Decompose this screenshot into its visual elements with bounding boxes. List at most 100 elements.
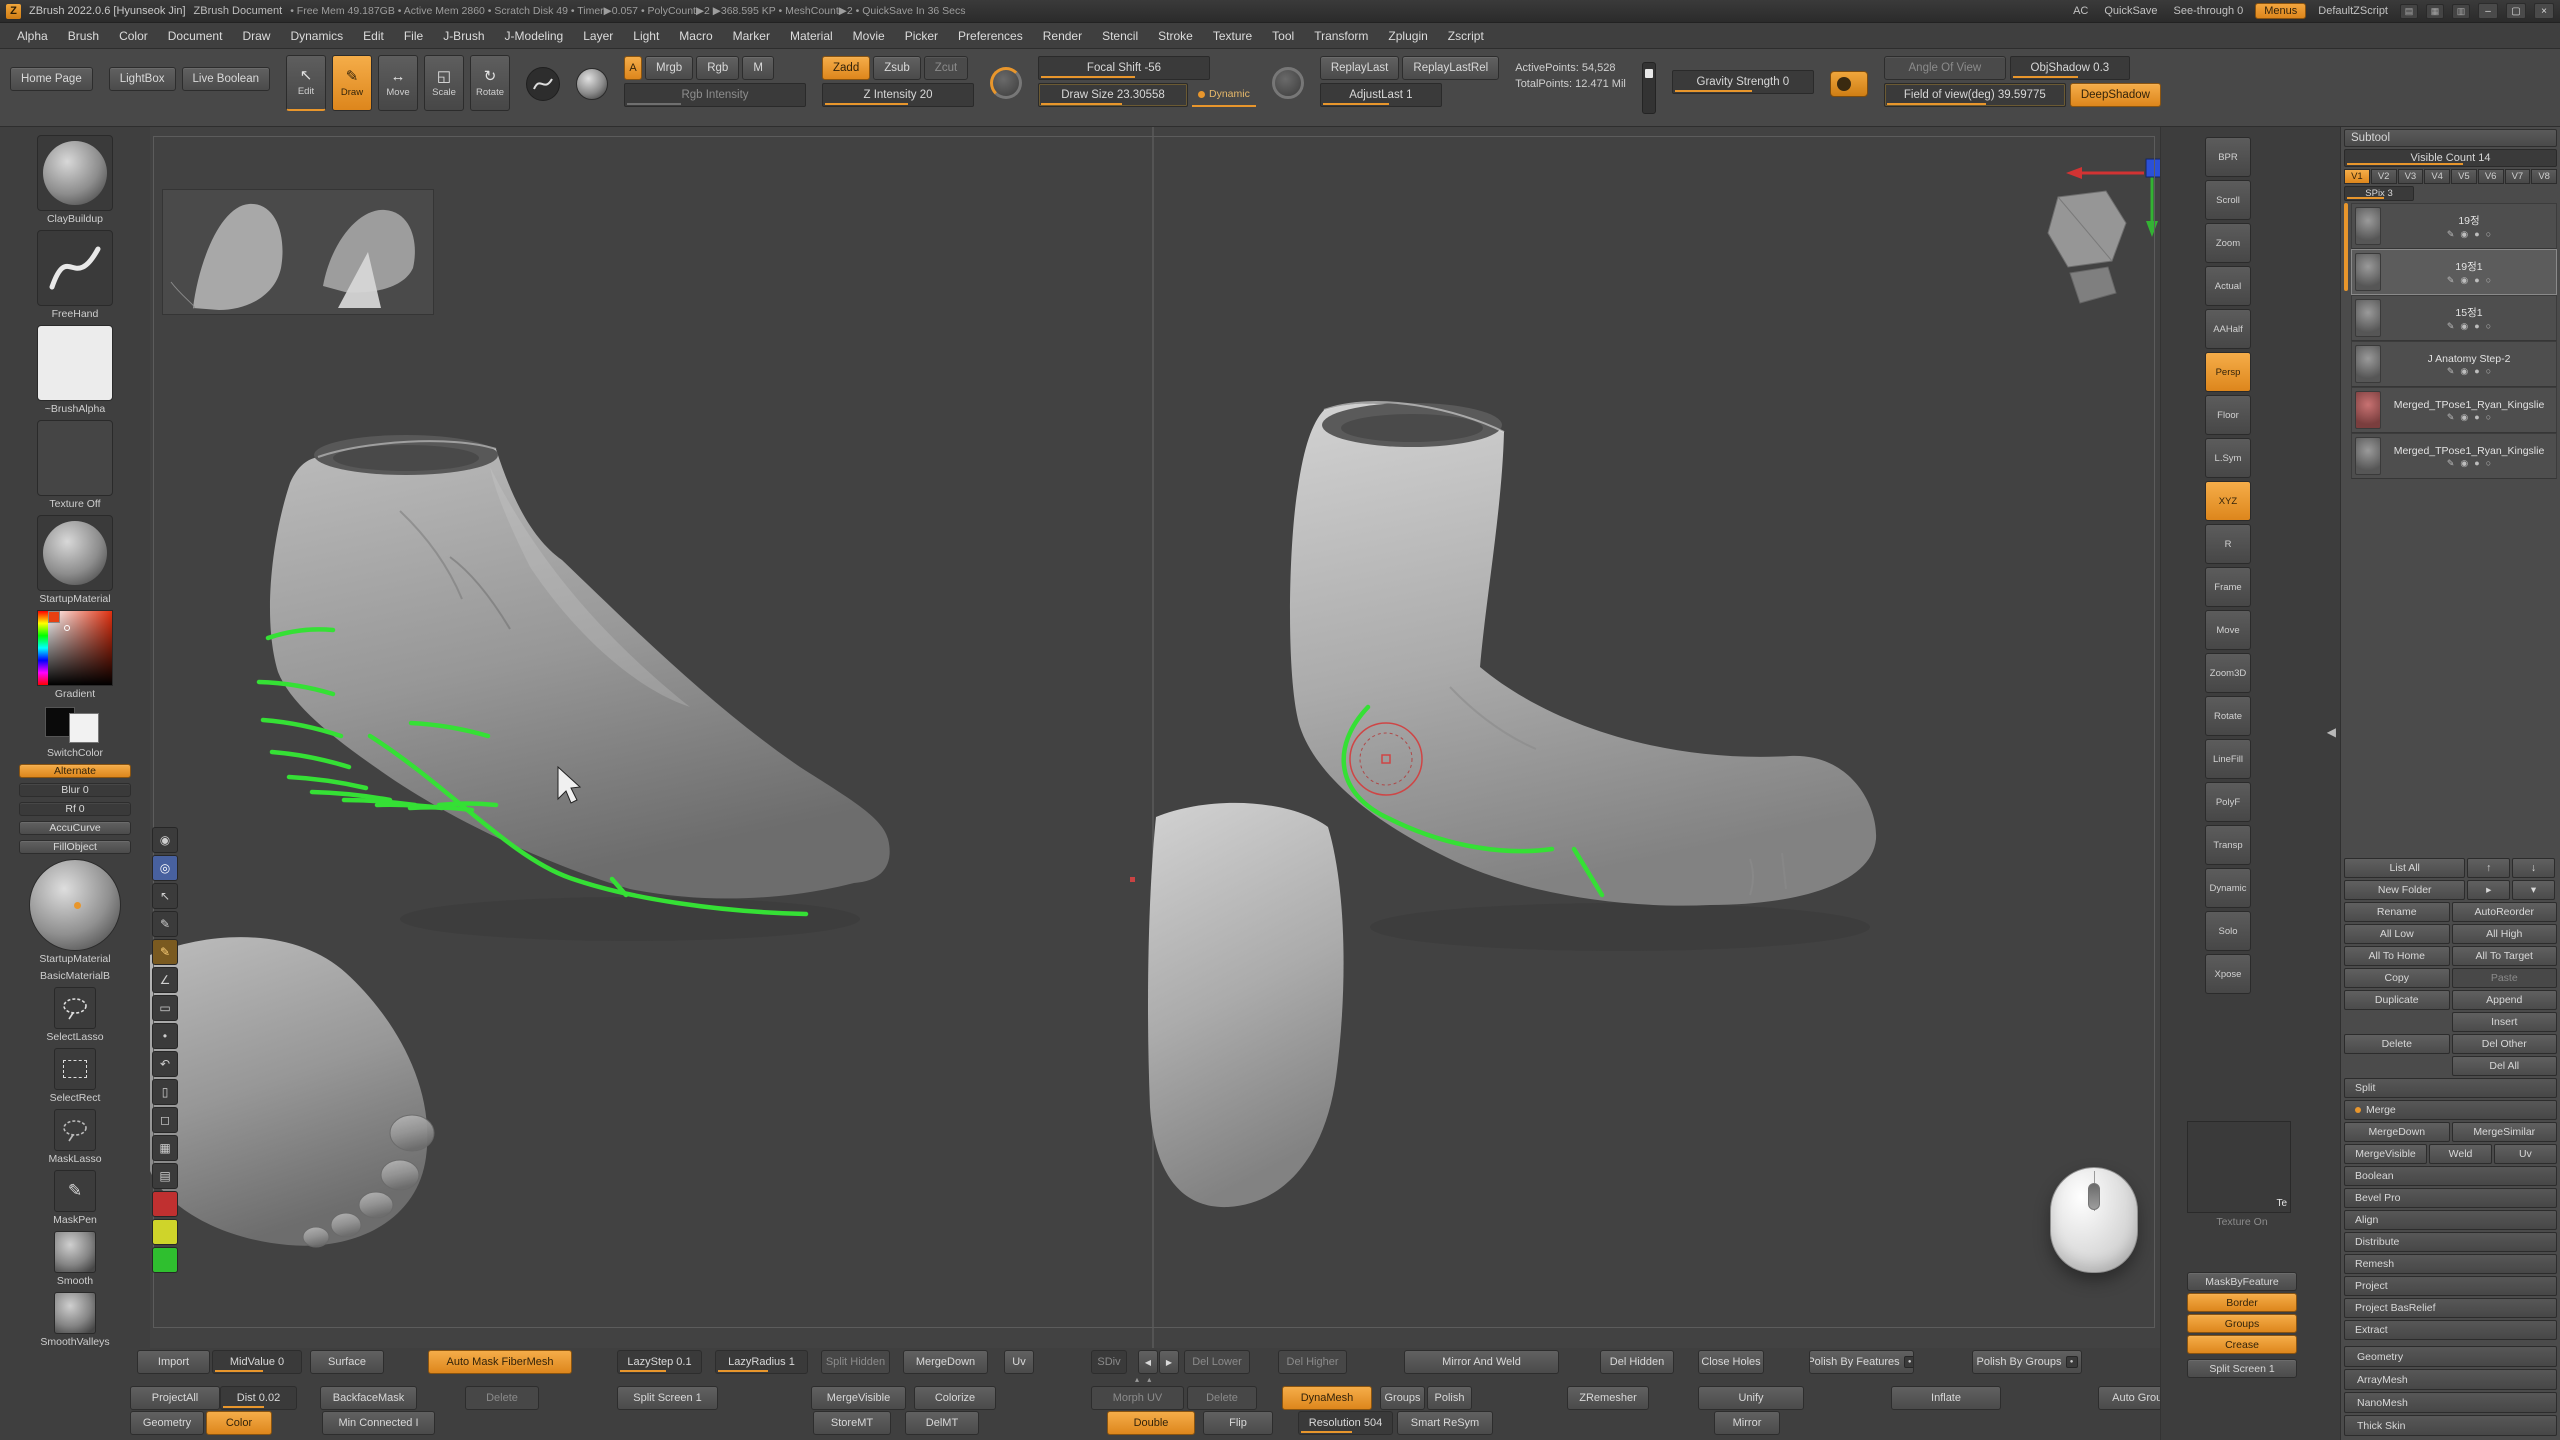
current-material[interactable]: StartupMaterial: [29, 859, 121, 965]
subtool-button[interactable]: Rename: [2344, 902, 2450, 922]
subtool-button[interactable]: Project BasRelief: [2344, 1298, 2557, 1318]
toggle-dot-icon[interactable]: ●: [2066, 1356, 2078, 1368]
smooth-valleys-brush[interactable]: SmoothValleys: [40, 1292, 109, 1348]
bottom-button[interactable]: Surface: [310, 1350, 384, 1374]
ac-indicator[interactable]: AC: [2069, 5, 2092, 17]
uv-icon[interactable]: ○: [2486, 459, 2491, 468]
menu-item[interactable]: J-Modeling: [496, 26, 573, 46]
paint-icon[interactable]: ✎: [2447, 230, 2455, 239]
bottom-button[interactable]: ◀: [1138, 1350, 1158, 1374]
undo-icon[interactable]: ↶: [152, 1051, 178, 1077]
spix-slider[interactable]: SPix 3: [2344, 186, 2414, 201]
bpr-button[interactable]: BPR: [2205, 137, 2251, 177]
clipboard-icon[interactable]: ▤: [152, 1163, 178, 1189]
image-icon[interactable]: ▦: [152, 1135, 178, 1161]
focal-shift-slider[interactable]: Focal Shift -56: [1038, 56, 1210, 80]
bottom-button[interactable]: Del Higher: [1278, 1350, 1347, 1374]
menu-item[interactable]: Color: [110, 26, 157, 46]
subtool-button[interactable]: Paste: [2452, 968, 2558, 988]
frame-button[interactable]: Frame: [2205, 567, 2251, 607]
bottom-button[interactable]: Split Screen 1: [617, 1386, 718, 1410]
menus-toggle[interactable]: Menus: [2255, 3, 2306, 19]
bottom-button[interactable]: Polish By Features●: [1809, 1350, 1914, 1374]
paint-icon[interactable]: ✎: [2447, 322, 2455, 331]
color-picker[interactable]: Gradient: [37, 610, 113, 700]
vslider-knob[interactable]: [1645, 69, 1653, 78]
polypaint-icon[interactable]: ●: [2474, 367, 2479, 376]
bottom-button[interactable]: Polish By Groups●: [1972, 1350, 2082, 1374]
version-tab[interactable]: V2: [2371, 169, 2397, 184]
subtool-button[interactable]: Align: [2344, 1210, 2557, 1230]
visibility-eye-icon[interactable]: ◉: [2460, 459, 2468, 468]
uv-icon[interactable]: ○: [2486, 276, 2491, 285]
bottom-button[interactable]: Inflate: [1891, 1386, 2001, 1410]
eraser-icon[interactable]: ▭: [152, 995, 178, 1021]
bottom-button[interactable]: Color: [206, 1411, 272, 1435]
polypaint-icon[interactable]: ●: [2474, 413, 2479, 422]
15정1[interactable]: 15정1 ✎ ◉ ● ○: [2351, 295, 2557, 341]
scroll-button[interactable]: Scroll: [2205, 180, 2251, 220]
bottom-button[interactable]: Geometry: [130, 1411, 204, 1435]
subtool-button[interactable]: Split: [2344, 1078, 2557, 1098]
menu-item[interactable]: J-Brush: [434, 26, 493, 46]
bottom-button[interactable]: DelMT: [905, 1411, 979, 1435]
menu-item[interactable]: Edit: [354, 26, 393, 46]
dot-icon[interactable]: •: [152, 1023, 178, 1049]
bottom-button[interactable]: Unify: [1698, 1386, 1804, 1410]
zoom3d-button[interactable]: Zoom3D: [2205, 653, 2251, 693]
uv-icon[interactable]: ○: [2486, 413, 2491, 422]
xyz-toggle[interactable]: XYZ: [2205, 481, 2251, 521]
points-vslider[interactable]: [1642, 62, 1656, 114]
close-button[interactable]: ×: [2534, 3, 2554, 19]
subtool-button[interactable]: All To Home: [2344, 946, 2450, 966]
dynamic-toggle[interactable]: Dynamic: [2205, 868, 2251, 908]
subtool-button[interactable]: Bevel Pro: [2344, 1188, 2557, 1208]
color-picker-area[interactable]: [37, 610, 113, 686]
bottom-button[interactable]: MergeDown: [903, 1350, 988, 1374]
yellow-swatch[interactable]: [152, 1219, 178, 1245]
polypaint-icon[interactable]: ●: [2474, 230, 2479, 239]
visibility-eye-icon[interactable]: ◉: [2460, 322, 2468, 331]
bottom-button[interactable]: MergeVisible: [811, 1386, 906, 1410]
J Anatomy Step-2[interactable]: J Anatomy Step-2 ✎ ◉ ● ○: [2351, 341, 2557, 387]
bottom-button[interactable]: Flip: [1203, 1411, 1273, 1435]
subtool-button[interactable]: New Folder: [2344, 880, 2465, 900]
memory-icon[interactable]: ▥: [2452, 4, 2470, 19]
m-button[interactable]: M: [742, 56, 774, 80]
subtool-button[interactable]: Weld: [2429, 1144, 2492, 1164]
subtool-button[interactable]: ↑: [2467, 858, 2510, 878]
bottom-button[interactable]: MidValue 0: [212, 1350, 302, 1374]
polypaint-icon[interactable]: ●: [2474, 459, 2479, 468]
menu-item[interactable]: Tool: [1263, 26, 1303, 46]
rotate-mode-button[interactable]: ↻ Rotate: [470, 55, 510, 111]
section-geometry[interactable]: Geometry: [2344, 1346, 2557, 1367]
subtool-button[interactable]: Copy: [2344, 968, 2450, 988]
bottom-button[interactable]: Resolution 504: [1298, 1411, 1393, 1435]
section-thickskin[interactable]: Thick Skin: [2344, 1415, 2557, 1436]
subtool-button[interactable]: AutoReorder: [2452, 902, 2558, 922]
subtool-button[interactable]: Del Other: [2452, 1034, 2558, 1054]
replay-lastrel-button[interactable]: ReplayLastRel: [1402, 56, 1499, 80]
trash-icon[interactable]: ▯: [152, 1079, 178, 1105]
bottom-button[interactable]: BackfaceMask: [320, 1386, 417, 1410]
bottom-button[interactable]: DynaMesh: [1282, 1386, 1372, 1410]
uv-icon[interactable]: ○: [2486, 322, 2491, 331]
subtool-button[interactable]: Delete: [2344, 1034, 2450, 1054]
paint-icon[interactable]: ✎: [2447, 459, 2455, 468]
bottom-button[interactable]: Split Hidden: [821, 1350, 890, 1374]
bottom-button[interactable]: Polish: [1427, 1386, 1472, 1410]
menu-item[interactable]: Zplugin: [1379, 26, 1436, 46]
version-tab[interactable]: V1: [2344, 169, 2370, 184]
move-mode-button[interactable]: ↔ Move: [378, 55, 418, 111]
version-tab[interactable]: V5: [2451, 169, 2477, 184]
bottom-button[interactable]: Auto Mask FiberMesh: [428, 1350, 572, 1374]
actual-button[interactable]: Actual: [2205, 266, 2251, 306]
version-tab[interactable]: V7: [2505, 169, 2531, 184]
zoom-button[interactable]: Zoom: [2205, 223, 2251, 263]
stroke-curve-dial[interactable]: [990, 67, 1022, 99]
menu-item[interactable]: Movie: [844, 26, 894, 46]
menu-item[interactable]: Marker: [724, 26, 779, 46]
menu-item[interactable]: Texture: [1204, 26, 1261, 46]
stroke-preview[interactable]: [526, 67, 560, 101]
subtool-button[interactable]: ▾: [2512, 880, 2555, 900]
